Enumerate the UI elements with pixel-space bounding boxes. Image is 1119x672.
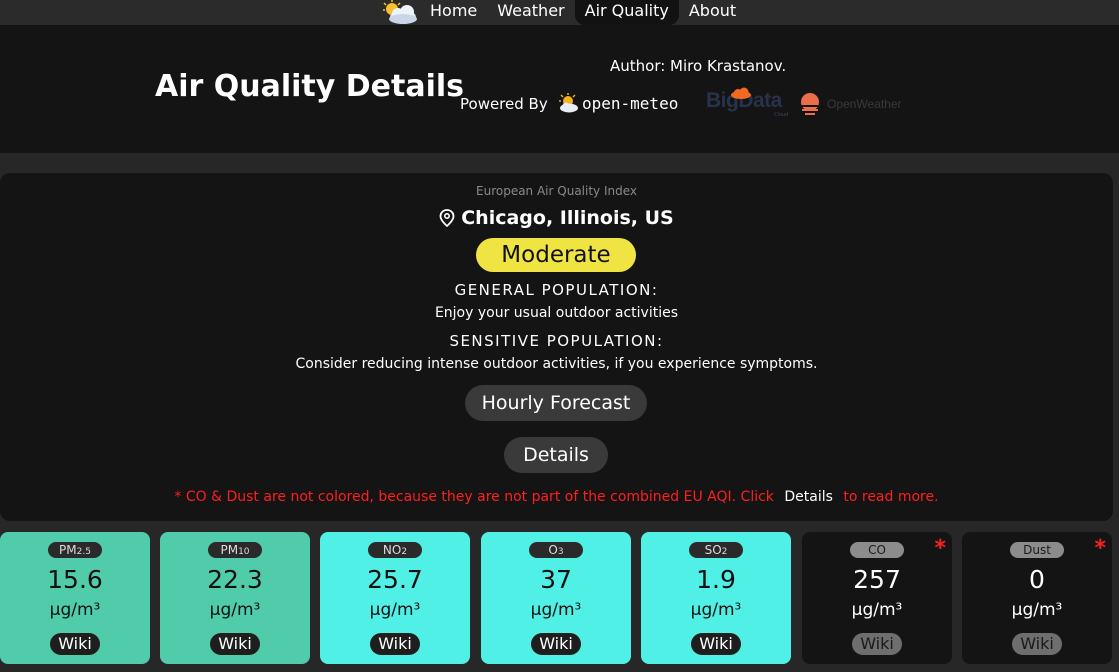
pollutant-unit: μg/m³ (851, 600, 903, 620)
aqi-footnote: * CO & Dust are not colored, because the… (0, 489, 1113, 505)
pollutant-unit: μg/m³ (49, 600, 101, 620)
details-button[interactable]: Details (504, 437, 608, 473)
pollutant-tile-pm10: PM10 22.3 μg/m³ Wiki (160, 532, 310, 664)
nav-air-quality[interactable]: Air Quality (574, 0, 679, 25)
wiki-button[interactable]: Wiki (50, 633, 100, 655)
wiki-button[interactable]: Wiki (210, 633, 260, 655)
pollutant-value: 37 (540, 565, 572, 594)
wiki-button[interactable]: Wiki (370, 633, 420, 655)
sensitive-population-heading: SENSITIVE POPULATION: (449, 332, 664, 350)
pollutant-tile-no2: NO2 25.7 μg/m³ Wiki (320, 532, 470, 664)
pollutant-tile-o3: O3 37 μg/m³ Wiki (481, 532, 631, 664)
general-population-heading: GENERAL POPULATION: (454, 281, 659, 299)
pollutant-name: PM2.5 (48, 542, 102, 558)
open-meteo-text: open-meteo (582, 93, 679, 113)
openweather-icon (800, 93, 822, 115)
pollutant-value: 15.6 (47, 565, 103, 594)
openweather-logo[interactable]: OpenWeather (798, 91, 902, 117)
pollutant-tile-pm25: PM2.5 15.6 μg/m³ Wiki (0, 532, 150, 664)
nav-menu: Home Weather Air Quality About (380, 0, 746, 25)
pollutant-unit: μg/m³ (209, 600, 261, 620)
pollutant-value: 1.9 (696, 565, 736, 594)
nav-weather[interactable]: Weather (487, 0, 574, 25)
powered-by-label: Powered By (460, 95, 548, 113)
aqi-index-name: European Air Quality Index (476, 184, 637, 198)
pollutant-value: 0 (1029, 565, 1045, 594)
top-navbar: Home Weather Air Quality About (0, 0, 1119, 25)
not-colored-asterisk: * (1094, 536, 1106, 561)
wiki-button[interactable]: Wiki (1012, 633, 1062, 655)
footnote-text: * CO & Dust are not colored, because the… (174, 489, 774, 505)
location-name: Chicago, Illinois, US (461, 207, 674, 229)
pollutant-name: O3 (529, 542, 583, 558)
pollutant-unit: μg/m³ (690, 600, 742, 620)
map-pin-icon (439, 209, 455, 227)
general-population-advice: Enjoy your usual outdoor activities (434, 305, 679, 321)
pollutant-value: 22.3 (207, 565, 263, 594)
pollutant-value: 257 (853, 565, 901, 594)
open-meteo-icon (559, 93, 578, 113)
footnote-text-end: to read more. (843, 489, 939, 505)
openweather-text: OpenWeather (827, 97, 902, 111)
open-meteo-logo[interactable]: open-meteo (558, 91, 678, 115)
footnote-details-link[interactable]: Details (778, 489, 839, 505)
pollutant-unit: μg/m³ (369, 600, 421, 620)
cloud-icon (731, 87, 751, 99)
hourly-forecast-button[interactable]: Hourly Forecast (465, 385, 647, 421)
pollutant-value: 25.7 (367, 565, 423, 594)
wiki-button[interactable]: Wiki (852, 633, 902, 655)
aqi-summary-card: European Air Quality Index Chicago, Illi… (0, 173, 1113, 521)
location: Chicago, Illinois, US (0, 207, 1113, 229)
weather-logo-icon[interactable] (380, 0, 420, 25)
pollutant-name: CO (850, 542, 904, 558)
page-title: Air Quality Details (155, 69, 465, 104)
page-header: Air Quality Details Author: Miro Krastan… (0, 25, 1119, 153)
nav-home[interactable]: Home (420, 0, 487, 25)
pollutant-tile-dust: Dust * 0 μg/m³ Wiki (962, 532, 1112, 664)
wiki-button[interactable]: Wiki (691, 633, 741, 655)
nav-about[interactable]: About (679, 0, 746, 25)
bigdata-sub-text: Cloud (774, 112, 789, 118)
pollutant-tile-so2: SO2 1.9 μg/m³ Wiki (641, 532, 791, 664)
pollutant-name: PM10 (208, 542, 262, 558)
sensitive-population-advice: Consider reducing intense outdoor activi… (295, 356, 818, 372)
pollutant-name: NO2 (368, 542, 422, 558)
bigdata-cloud-logo[interactable]: BigData Cloud (706, 87, 788, 119)
pollutant-tile-co: CO * 257 μg/m³ Wiki (802, 532, 952, 664)
pollutant-unit: μg/m³ (1011, 600, 1063, 620)
pollutant-name: Dust (1010, 542, 1064, 558)
not-colored-asterisk: * (934, 536, 946, 561)
pollutant-unit: μg/m³ (530, 600, 582, 620)
pollutant-name: SO2 (689, 542, 743, 558)
aqi-level-badge: Moderate (476, 238, 636, 272)
wiki-button[interactable]: Wiki (531, 633, 581, 655)
author-credit: Author: Miro Krastanov. (610, 57, 787, 75)
